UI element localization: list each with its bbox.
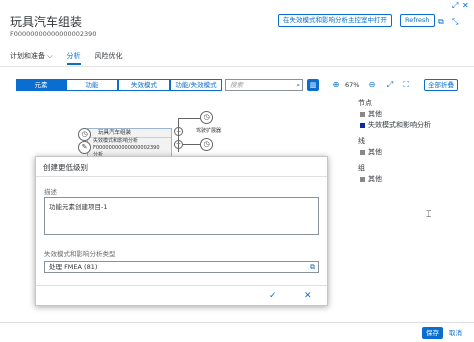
tab-bar: 计划和准备 ⌵ 分析 风险优化 [10, 51, 123, 65]
legend-item: 其他 [358, 174, 431, 185]
fullscreen-icon[interactable]: ⛶ [400, 79, 412, 91]
cancel-icon[interactable]: ✕ [304, 291, 312, 301]
child-node-icon[interactable]: ◷ [200, 138, 213, 151]
cancel-button[interactable]: 取消 [449, 327, 462, 339]
tab-divider [0, 66, 474, 67]
open-in-cockpit-button[interactable]: 在失效模式和影响分析主控室中打开 [278, 14, 392, 27]
fmea-analysis-page: 玩具汽车组装 F00000000000000002390 ⤢ ✕ 在失效模式和影… [0, 0, 474, 342]
expand-icon[interactable]: ⤢ [452, 1, 458, 11]
page-footer: 保存 取消 [0, 322, 474, 342]
legend-toggle-icon[interactable]: ▥ [307, 79, 319, 91]
legend-groups-heading: 组 [358, 164, 365, 172]
refresh-button[interactable]: Refresh [400, 14, 435, 27]
child-node-icon[interactable]: ◷ [200, 111, 213, 124]
legend-item-label: 其他 [368, 148, 382, 156]
zoom-level: 67% [345, 81, 360, 89]
connector-line [178, 118, 200, 119]
legend-item: 其他 [358, 147, 431, 158]
page-title: 玩具汽车组装 [10, 15, 83, 29]
legend-item-label: 其他 [368, 175, 382, 183]
legend-item-label: 失效模式和影响分析 [368, 121, 431, 129]
legend-swatch [360, 177, 365, 182]
dialog-title: 创建更低级别 [43, 163, 88, 172]
connector-line [178, 118, 179, 152]
popout-icon[interactable]: ⧉ [438, 17, 444, 27]
description-field[interactable]: 功能元素创建项目-1 [44, 197, 319, 235]
segment-functions[interactable]: 功能 [66, 79, 118, 91]
search-icon[interactable]: ⌕ [296, 80, 300, 90]
mouse-cursor-icon: ⌶ [426, 210, 432, 220]
fmea-type-field[interactable]: 处理 FMEA (81) ⧉ [44, 261, 319, 273]
node-title: 玩具汽车组装 [88, 129, 171, 138]
value-help-icon[interactable]: ⧉ [310, 262, 315, 272]
node-edit-icon[interactable]: ✎ [78, 141, 91, 154]
fmea-type-value: 处理 FMEA (81) [49, 263, 98, 271]
collapse-all-button[interactable]: 全部折叠 [424, 79, 458, 91]
legend-item: 失效模式和影响分析 [358, 120, 431, 131]
tab-planning[interactable]: 计划和准备 ⌵ [10, 51, 53, 65]
connector-line [183, 144, 200, 145]
legend-lines-heading: 线 [358, 137, 365, 145]
dialog-divider [36, 176, 327, 177]
legend-swatch [360, 123, 365, 128]
tab-risk-optimization[interactable]: 风险优化 [95, 51, 123, 65]
confirm-icon[interactable]: ✓ [269, 291, 277, 301]
legend-swatch [360, 150, 365, 155]
description-label: 描述 [44, 188, 57, 196]
segment-function-failure-modes[interactable]: 功能/失效模式 [170, 79, 222, 91]
legend-item: 其他 [358, 109, 431, 120]
save-button[interactable]: 保存 [422, 327, 443, 339]
node-row-type: 失效模式和影响分析 [93, 138, 139, 144]
node-status-icon: ◷ [78, 128, 91, 141]
close-icon[interactable]: ✕ [462, 1, 469, 10]
fmea-type-label: 失效模式和影响分析类型 [44, 250, 116, 258]
zoom-in-icon[interactable]: ⊕ [330, 79, 342, 91]
segment-failure-modes[interactable]: 失效模式 [118, 79, 170, 91]
segment-elements[interactable]: 元素 [16, 79, 66, 91]
page-subtitle: F00000000000000002390 [10, 30, 97, 38]
collapse-header-icon[interactable]: ⤡ [452, 17, 458, 27]
dialog-footer-divider [36, 285, 327, 286]
tab-analysis[interactable]: 分析 [66, 51, 81, 65]
legend-swatch [360, 112, 365, 117]
search-placeholder: 搜索 [230, 81, 243, 89]
node-row-id: F00000000000000002390 [93, 145, 160, 151]
child-node-label: 驾驶扩展器 [196, 128, 222, 134]
legend-panel: 节点 其他 失效模式和影响分析 线 其他 组 其他 [358, 98, 431, 185]
fit-to-screen-icon[interactable]: ⤢ [384, 79, 396, 91]
legend-nodes-heading: 节点 [358, 99, 372, 107]
legend-item-label: 其他 [368, 110, 382, 118]
zoom-out-icon[interactable]: ⊖ [366, 79, 378, 91]
create-lower-level-dialog: 创建更低级别 描述 功能元素创建项目-1 失效模式和影响分析类型 处理 FMEA… [35, 156, 328, 306]
search-input[interactable]: 搜索 ⌕ [225, 79, 303, 91]
